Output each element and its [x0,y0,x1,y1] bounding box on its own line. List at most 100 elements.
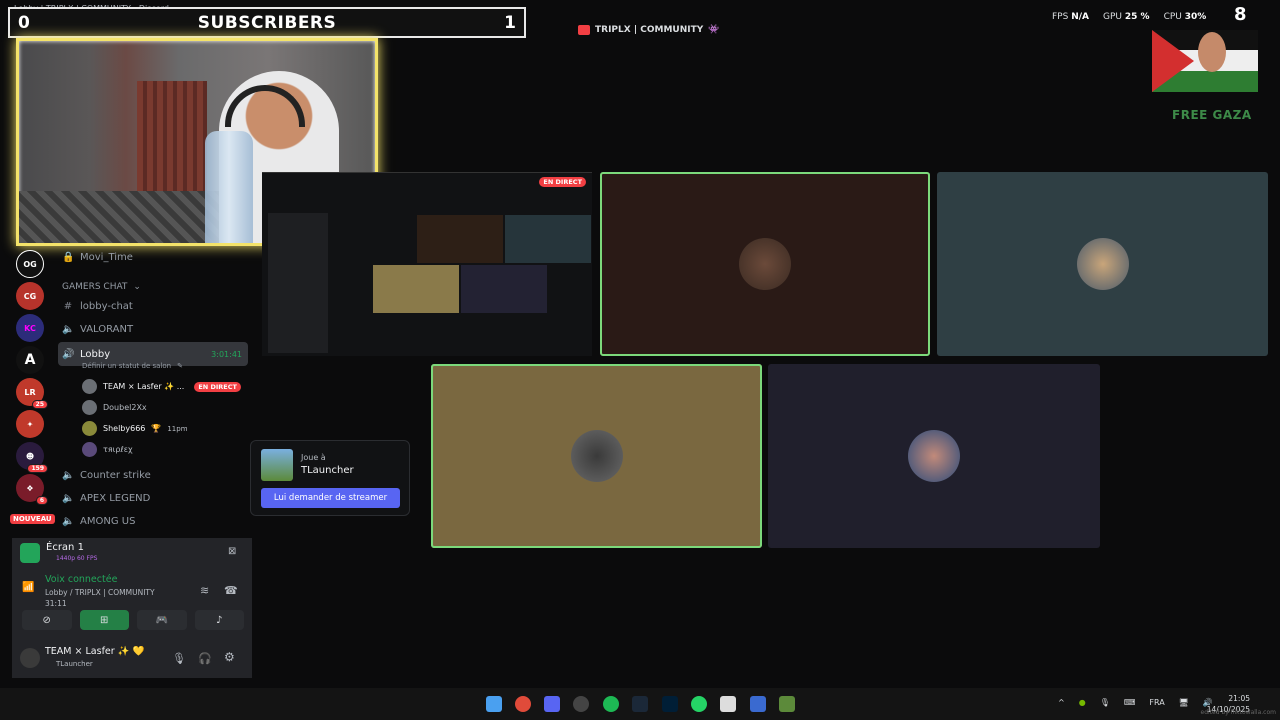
obs-icon[interactable] [573,696,589,712]
hash-icon: # [63,301,73,312]
speaker-icon: 🔊 [62,348,75,360]
nvidia-icon[interactable]: ● [1079,698,1086,707]
channel-counter-strike[interactable]: 🔈 Counter strike [62,470,151,481]
app-icon[interactable] [720,696,736,712]
trophy-icon: 🏆 [151,424,162,433]
mic-icon[interactable]: 🎙 [1100,698,1110,707]
subscriber-bar: 0 SUBSCRIBERS 1 [8,7,526,38]
participant-tile[interactable] [431,364,762,548]
server-icon[interactable]: CG [16,282,44,310]
user-name: TEAM × Lasfer ✨ 💛 [45,646,145,657]
channel-valorant[interactable]: 🔈 VALORANT [62,324,133,335]
server-icon[interactable]: ☻ 159 [16,442,48,473]
photoshop-icon[interactable] [662,696,678,712]
screen-share-button[interactable]: ⊞ [79,610,129,630]
participant-tile[interactable] [768,364,1100,548]
channel-lobby-chat[interactable]: # lobby-chat [62,301,133,312]
voice-status: Voix connectée [45,574,118,585]
game-icon [261,449,293,481]
participant-tile[interactable] [937,172,1268,356]
keyboard-icon[interactable]: ⌨ [1124,698,1136,707]
server-icon[interactable]: LR 25 [16,378,48,409]
voice-channel[interactable]: Lobby / TRIPLX | COMMUNITY [45,588,155,597]
whatsapp-icon[interactable] [691,696,707,712]
chevron-up-icon[interactable]: ^ [1058,698,1065,707]
voice-panel: Écran 1 1440p 60 FPS ⊠ 📶 Voix connectée … [12,538,252,678]
spotify-icon[interactable] [603,696,619,712]
avatar[interactable] [20,648,40,668]
server-icon[interactable]: KC [16,314,44,342]
request-stream-button[interactable]: Lui demander de streamer [261,488,400,508]
subscriber-right-count: 1 [504,12,516,33]
channel-movi-time[interactable]: 🔒 Movi_Time [62,252,133,263]
channel-apex[interactable]: 🔈 APEX LEGEND [62,493,150,504]
discord-icon[interactable] [544,696,560,712]
category-label: GAMERS CHAT [62,282,128,292]
chrome-icon[interactable] [515,696,531,712]
gear-icon[interactable]: ⚙ [224,650,235,664]
corner-number: 8 [1234,4,1247,25]
app-icon[interactable] [750,696,766,712]
live-badge: EN DIRECT [539,177,586,187]
avatar [82,400,97,415]
participant-tile[interactable] [600,172,930,356]
microphone-icon[interactable]: 🎙 [172,652,186,665]
stream-community-label: TRIPLX | COMMUNITY 👾 [578,25,719,35]
speaker-icon: 🔈 [62,470,75,481]
member-item[interactable]: TEAM × Lasfer ✨ ... EN DIRECT [82,379,241,394]
signal-icon: 📶 [22,582,35,593]
avatar [82,442,97,457]
category-gamers-chat[interactable]: GAMERS CHAT ⌄ [62,282,141,292]
channel-among-us[interactable]: 🔈 AMONG US [62,516,135,527]
network-icon[interactable]: 🖥 [1179,698,1189,707]
channel-timer: 3:01:41 [211,349,242,359]
member-item[interactable]: Doubel2Xx [82,400,147,415]
pencil-icon: ✎ [177,362,183,370]
channel-label: VALORANT [80,324,134,335]
server-icon[interactable]: ✦ [16,410,44,438]
user-status: TLauncher [56,660,93,668]
community-icon [578,25,590,35]
channel-status[interactable]: Définir un statut de salon ✎ [82,362,183,370]
voice-controls: ⊘ ⊞ 🎮 ♪ [22,610,244,630]
server-icon[interactable]: OG [16,250,44,278]
channel-label: Counter strike [80,470,151,481]
camera-off-button[interactable]: ⊘ [22,610,72,630]
lock-icon: 🔒 [62,252,75,263]
performance-stats: FPS N/A GPU 25 % CPU 30% [1052,12,1207,22]
minecraft-icon[interactable] [779,696,795,712]
steam-icon[interactable] [632,696,648,712]
stop-screen-icon[interactable]: ⊠ [228,546,236,557]
server-icon[interactable]: ❖ 6 [16,474,48,505]
avatar [82,379,97,394]
disconnect-icon[interactable]: ☎ [224,584,238,597]
member-item[interactable]: Shelby666 🏆 11pm [82,421,188,436]
speaker-icon: 🔈 [62,516,75,527]
stream-preview[interactable]: EN DIRECT [262,172,592,356]
screen-share-icon [20,543,40,563]
soundboard-button[interactable]: ♪ [194,610,244,630]
headphones-icon[interactable]: 🎧 [198,652,212,665]
speaker-icon: 🔈 [62,493,75,504]
speaker-icon: 🔈 [62,324,75,335]
noise-icon[interactable]: ≋ [200,584,209,597]
activity-button[interactable]: 🎮 [137,610,187,630]
avatar [739,238,791,290]
screen-share-row: Écran 1 1440p 60 FPS ⊠ [12,538,252,570]
avatar [570,430,623,482]
server-icon[interactable]: A [16,346,44,374]
new-badge[interactable]: NOUVEAU [10,514,55,524]
channel-label: APEX LEGEND [80,493,151,504]
language-indicator[interactable]: FRA [1149,698,1164,707]
windows-start-icon[interactable] [486,696,502,712]
system-tray: ^ ● 🎙 ⌨ FRA 🖥 🔊 [1058,698,1213,707]
avatar [82,421,97,436]
voice-timer: 31:11 [45,599,67,608]
avatar [908,430,960,482]
watermark: edited by fliktowalla.com [1200,709,1276,716]
subscriber-left-count: 0 [18,12,30,33]
channel-label: lobby-chat [80,301,133,312]
member-item[interactable]: τяιρℓεχ [82,442,133,457]
gamepad-icon: 👾 [708,25,720,35]
palestine-flag-icon [1152,30,1258,92]
